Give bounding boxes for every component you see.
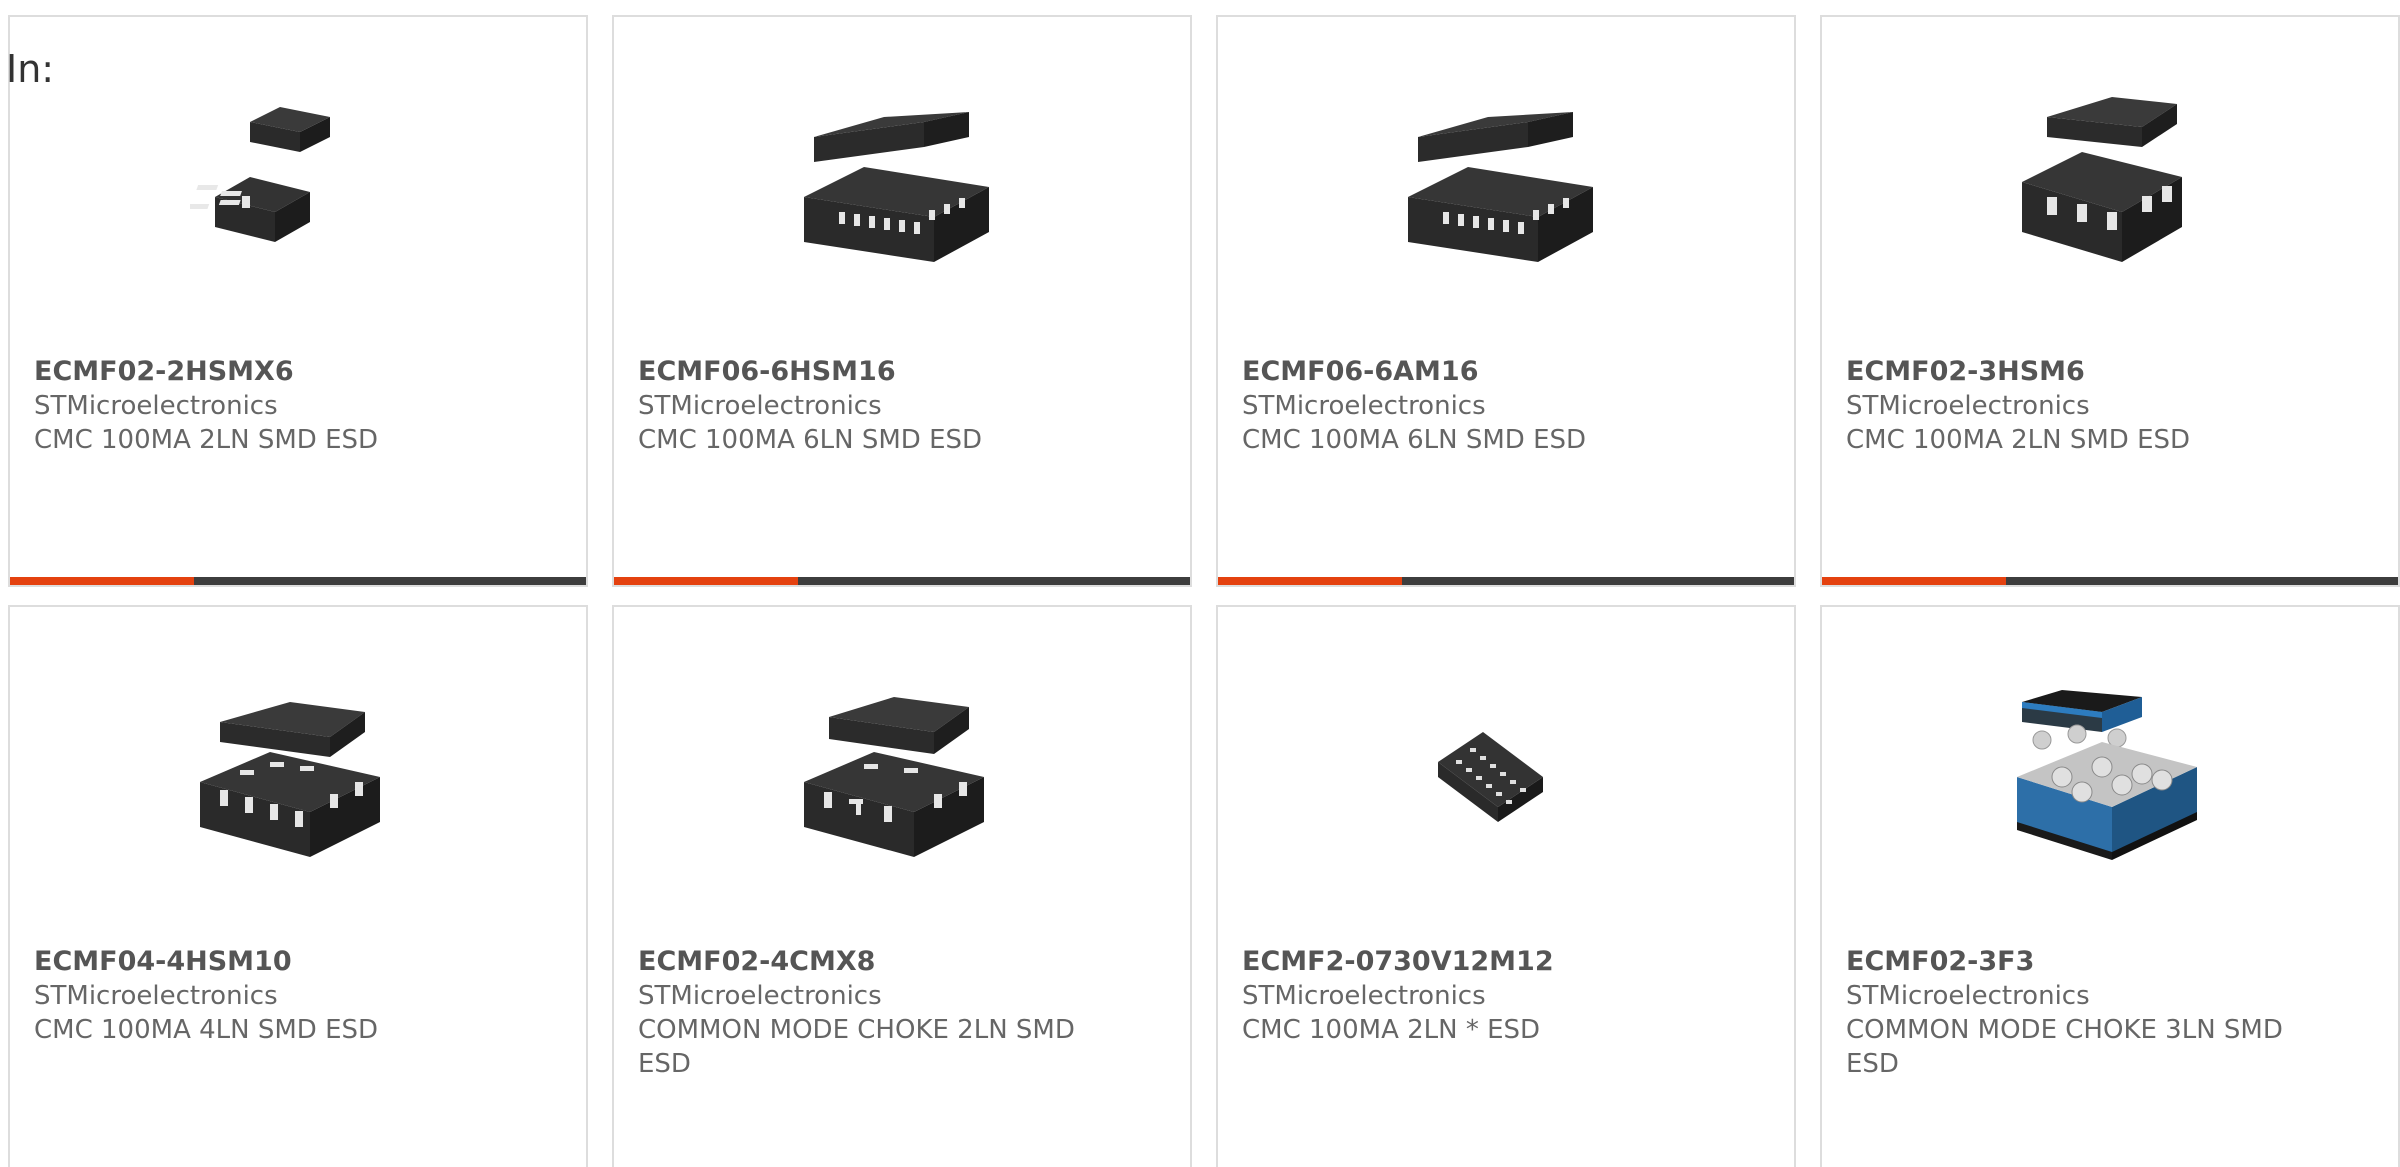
stock-progress-bar <box>1218 577 1794 585</box>
chip-8-pin-icon <box>794 682 994 882</box>
product-info: ECMF02-4CMX8 STMicroelectronics COMMON M… <box>638 945 1090 1081</box>
product-card[interactable]: ECMF06-6HSM16 STMicroelectronics CMC 100… <box>612 15 1192 587</box>
chip-6-pad-icon <box>190 92 390 292</box>
part-number[interactable]: ECMF02-2HSMX6 <box>34 355 486 389</box>
chip-bga-icon <box>2002 682 2202 882</box>
product-listing-page: In: ECMF02-2HSMX6 STMicroelectronics CMC… <box>0 0 2400 1167</box>
description: CMC 100MA 2LN * ESD <box>1242 1015 1541 1045</box>
product-info: ECMF04-4HSM10 STMicroelectronics CMC 100… <box>34 945 486 1047</box>
product-card[interactable]: ECMF02-2HSMX6 STMicroelectronics CMC 100… <box>8 15 588 587</box>
manufacturer: STMicroelectronics <box>34 391 278 421</box>
progress-fill <box>1218 577 1403 585</box>
stock-progress-bar <box>10 577 586 585</box>
chip-16-pin-icon <box>794 92 994 292</box>
chip-12-pin-small-icon <box>1398 682 1598 882</box>
product-card[interactable]: ECMF02-4CMX8 STMicroelectronics COMMON M… <box>612 605 1192 1167</box>
product-card[interactable]: ECMF06-6AM16 STMicroelectronics CMC 100M… <box>1216 15 1796 587</box>
description: COMMON MODE CHOKE 2LN SMD ESD <box>638 1015 1075 1079</box>
manufacturer: STMicroelectronics <box>1242 981 1486 1011</box>
description: CMC 100MA 6LN SMD ESD <box>1242 425 1587 455</box>
manufacturer: STMicroelectronics <box>34 981 278 1011</box>
part-number[interactable]: ECMF06-6HSM16 <box>638 355 1090 389</box>
product-info: ECMF06-6AM16 STMicroelectronics CMC 100M… <box>1242 355 1694 457</box>
description: CMC 100MA 4LN SMD ESD <box>34 1015 379 1045</box>
description: CMC 100MA 6LN SMD ESD <box>638 425 983 455</box>
part-number[interactable]: ECMF2-0730V12M12 <box>1242 945 1694 979</box>
part-number[interactable]: ECMF04-4HSM10 <box>34 945 486 979</box>
product-info: ECMF06-6HSM16 STMicroelectronics CMC 100… <box>638 355 1090 457</box>
product-card[interactable]: ECMF2-0730V12M12 STMicroelectronics CMC … <box>1216 605 1796 1167</box>
manufacturer: STMicroelectronics <box>1846 981 2090 1011</box>
product-card[interactable]: ECMF04-4HSM10 STMicroelectronics CMC 100… <box>8 605 588 1167</box>
part-number[interactable]: ECMF02-4CMX8 <box>638 945 1090 979</box>
product-info: ECMF02-2HSMX6 STMicroelectronics CMC 100… <box>34 355 486 457</box>
part-number[interactable]: ECMF06-6AM16 <box>1242 355 1694 389</box>
product-info: ECMF02-3HSM6 STMicroelectronics CMC 100M… <box>1846 355 2298 457</box>
part-number[interactable]: ECMF02-3F3 <box>1846 945 2298 979</box>
filter-label: In: <box>6 47 55 91</box>
description: CMC 100MA 2LN SMD ESD <box>1846 425 2191 455</box>
manufacturer: STMicroelectronics <box>638 391 882 421</box>
product-card[interactable]: ECMF02-3HSM6 STMicroelectronics CMC 100M… <box>1820 15 2400 587</box>
manufacturer: STMicroelectronics <box>1242 391 1486 421</box>
product-grid: ECMF02-2HSMX6 STMicroelectronics CMC 100… <box>8 15 2400 1167</box>
chip-6-pin-icon <box>2002 92 2202 292</box>
description: COMMON MODE CHOKE 3LN SMD ESD <box>1846 1015 2283 1079</box>
chip-16-pin-icon <box>1398 92 1598 292</box>
product-card[interactable]: ECMF02-3F3 STMicroelectronics COMMON MOD… <box>1820 605 2400 1167</box>
description: CMC 100MA 2LN SMD ESD <box>34 425 379 455</box>
stock-progress-bar <box>614 577 1190 585</box>
manufacturer: STMicroelectronics <box>638 981 882 1011</box>
progress-fill <box>1822 577 2007 585</box>
part-number[interactable]: ECMF02-3HSM6 <box>1846 355 2298 389</box>
chip-10-pin-icon <box>190 682 390 882</box>
progress-fill <box>614 577 799 585</box>
stock-progress-bar <box>1822 577 2398 585</box>
manufacturer: STMicroelectronics <box>1846 391 2090 421</box>
product-info: ECMF02-3F3 STMicroelectronics COMMON MOD… <box>1846 945 2298 1081</box>
progress-fill <box>10 577 195 585</box>
product-info: ECMF2-0730V12M12 STMicroelectronics CMC … <box>1242 945 1694 1047</box>
